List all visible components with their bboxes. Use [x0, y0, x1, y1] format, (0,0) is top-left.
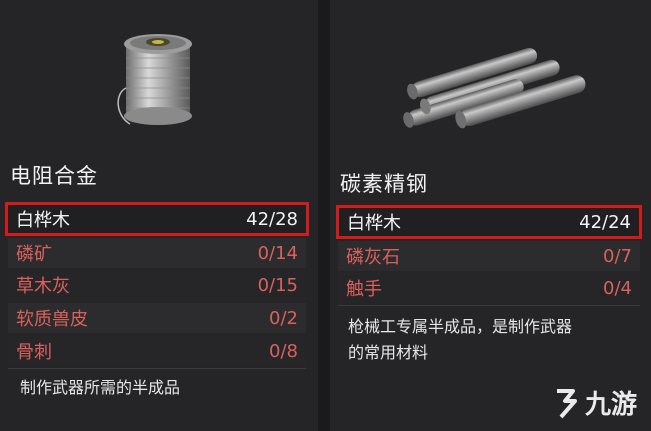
material-qty: 0/15 — [257, 274, 298, 296]
jiuyou-logo-icon — [556, 388, 577, 418]
watermark: 九游 — [551, 384, 637, 421]
material-row[interactable]: 磷矿 0/14 — [8, 238, 306, 268]
steel-rods-icon — [403, 47, 586, 129]
material-qty: 0/4 — [603, 277, 632, 299]
material-qty: 0/2 — [269, 307, 298, 329]
item-description: 制作武器所需的半成品 — [20, 378, 181, 397]
material-row-highlighted[interactable]: 白桦木 42/24 — [336, 205, 642, 239]
material-row[interactable]: 磷灰石 0/7 — [338, 241, 640, 271]
item-description: 枪械工专属半成品，是制作武器 的常用材料 — [348, 314, 572, 366]
material-name: 软质兽皮 — [16, 309, 88, 330]
material-name: 白桦木 — [347, 213, 401, 234]
material-name: 草木灰 — [16, 276, 70, 297]
watermark-text: 九游 — [584, 390, 637, 420]
material-row[interactable]: 草木灰 0/15 — [8, 270, 306, 300]
card-gap — [318, 0, 330, 431]
material-qty: 0/8 — [269, 340, 298, 362]
item-description-line: 枪械工专属半成品，是制作武器 — [348, 317, 573, 336]
item-card-carbon-steel: 碳素精钢 白桦木 42/24 磷灰石 0/7 触手 0/4 枪械工专属半成品，是… — [330, 0, 651, 431]
material-row[interactable]: 骨刺 0/8 — [8, 336, 306, 366]
wire-spool-icon — [117, 34, 192, 125]
material-name: 白桦木 — [16, 210, 70, 231]
material-name: 触手 — [346, 279, 382, 300]
material-row[interactable]: 软质兽皮 0/2 — [8, 303, 306, 333]
item-title: 电阻合金 — [10, 164, 98, 188]
material-qty: 0/14 — [257, 242, 298, 264]
material-qty: 42/24 — [579, 211, 631, 233]
material-qty: 0/7 — [603, 245, 632, 267]
item-title: 碳素精钢 — [340, 172, 428, 196]
divider — [8, 368, 306, 369]
material-row[interactable]: 触手 0/4 — [338, 273, 640, 303]
material-qty: 42/28 — [246, 208, 298, 230]
divider — [338, 305, 640, 306]
item-card-resistance-alloy: 电阻合金 白桦木 42/28 磷矿 0/14 草木灰 0/15 软质兽皮 0/2… — [0, 0, 318, 431]
material-name: 磷灰石 — [346, 247, 400, 268]
material-name: 骨刺 — [16, 342, 52, 363]
material-row-highlighted[interactable]: 白桦木 42/28 — [5, 202, 309, 236]
material-name: 磷矿 — [16, 244, 52, 265]
item-description-line: 的常用材料 — [348, 343, 429, 362]
